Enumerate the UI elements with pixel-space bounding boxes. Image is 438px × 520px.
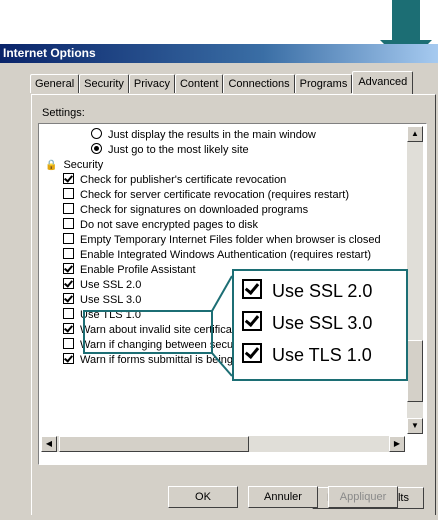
zoom-checkbox-tls1: [242, 343, 262, 363]
scroll-left-button[interactable]: ◀: [41, 436, 57, 452]
vertical-scrollbar[interactable]: ▲ ▼: [407, 126, 423, 434]
checkbox[interactable]: [63, 173, 74, 184]
zoom-row: Use SSL 3.0: [242, 309, 372, 337]
checkbox[interactable]: [63, 278, 74, 289]
mouse-cursor-icon: [228, 406, 240, 420]
tab-privacy[interactable]: Privacy: [128, 74, 175, 93]
list-item-label: Do not save encrypted pages to disk: [80, 219, 258, 231]
list-item-label: Use SSL 2.0: [80, 279, 142, 291]
checkbox[interactable]: [63, 338, 74, 349]
list-item[interactable]: Just display the results in the main win…: [91, 128, 316, 143]
tab-programs[interactable]: Programs: [294, 74, 353, 93]
list-item-label: Check for signatures on downloaded progr…: [80, 204, 309, 216]
ok-button[interactable]: OK: [168, 486, 238, 508]
list-item: 🔒 Security: [45, 158, 103, 173]
cancel-button[interactable]: Annuler: [248, 486, 318, 508]
checkbox[interactable]: [63, 263, 74, 274]
list-item[interactable]: Check for publisher's certificate revoca…: [63, 173, 286, 188]
title-bar: Internet Options: [0, 44, 438, 63]
radio-button[interactable]: [91, 128, 102, 139]
scroll-thumb[interactable]: [407, 340, 423, 402]
list-item[interactable]: Empty Temporary Internet Files folder wh…: [63, 233, 381, 248]
checkbox[interactable]: [63, 323, 74, 334]
zoom-callout: Use SSL 2.0 Use SSL 3.0 Use TLS 1.0: [232, 269, 408, 381]
list-item[interactable]: Check for signatures on downloaded progr…: [63, 203, 308, 218]
list-item-label: Use TLS 1.0: [80, 309, 141, 321]
list-item-label: Empty Temporary Internet Files folder wh…: [80, 234, 381, 246]
tab-content[interactable]: Content: [174, 74, 224, 93]
list-item-label: Enable Profile Assistant: [80, 264, 196, 276]
checkbox[interactable]: [63, 248, 74, 259]
zoom-checkbox-ssl2: [242, 279, 262, 299]
checkbox[interactable]: [63, 353, 74, 364]
list-item[interactable]: Warn about invalid site certificates: [63, 323, 247, 338]
zoom-label-tls1: Use TLS 1.0: [272, 345, 372, 365]
zoom-label-ssl3: Use SSL 3.0: [272, 313, 373, 333]
horizontal-scrollbar[interactable]: ◀ ▶: [41, 436, 405, 452]
list-item-label: Just display the results in the main win…: [108, 129, 316, 141]
tab-advanced[interactable]: Advanced: [352, 71, 414, 94]
checkbox[interactable]: [63, 203, 74, 214]
radio-button[interactable]: [91, 143, 102, 154]
checkbox[interactable]: [63, 188, 74, 199]
zoom-checkbox-ssl3: [242, 311, 262, 331]
checkbox[interactable]: [63, 308, 74, 319]
lock-icon: 🔒: [45, 160, 58, 171]
list-item-label: Check for publisher's certificate revoca…: [80, 174, 287, 186]
zoom-row: Use TLS 1.0: [242, 341, 372, 369]
tab-connections[interactable]: Connections: [223, 74, 295, 93]
list-item-label: Warn about invalid site certificates: [80, 324, 247, 336]
list-item-label: Check for server certificate revocation …: [80, 189, 349, 201]
list-item-label: Use SSL 3.0: [80, 294, 142, 306]
list-item[interactable]: Enable Integrated Windows Authentication…: [63, 248, 371, 263]
scroll-right-button[interactable]: ▶: [389, 436, 405, 452]
zoom-label-ssl2: Use SSL 2.0: [272, 281, 373, 301]
list-item-label: Just go to the most likely site: [108, 144, 249, 156]
checkbox[interactable]: [63, 233, 74, 244]
pointer-arrow-icon: [392, 0, 420, 40]
list-item-label: Security: [63, 159, 104, 171]
window-title: Internet Options: [3, 46, 96, 60]
list-item[interactable]: Use SSL 3.0: [63, 293, 141, 308]
checkbox[interactable]: [63, 218, 74, 229]
scroll-down-button[interactable]: ▼: [407, 418, 423, 434]
settings-label: Settings:: [42, 107, 85, 119]
checkbox[interactable]: [63, 293, 74, 304]
horizontal-scroll-thumb[interactable]: [59, 436, 249, 452]
zoom-row: Use SSL 2.0: [242, 277, 372, 305]
apply-button[interactable]: Appliquer: [328, 486, 398, 508]
list-item[interactable]: Enable Profile Assistant: [63, 263, 196, 278]
tab-security[interactable]: Security: [79, 74, 129, 93]
list-item[interactable]: Just go to the most likely site: [91, 143, 249, 158]
scroll-up-button[interactable]: ▲: [407, 126, 423, 142]
list-item[interactable]: Use SSL 2.0: [63, 278, 141, 293]
list-item-label: Enable Integrated Windows Authentication…: [80, 249, 372, 261]
list-item[interactable]: Do not save encrypted pages to disk: [63, 218, 258, 233]
tab-general[interactable]: General: [30, 74, 80, 93]
list-item[interactable]: Check for server certificate revocation …: [63, 188, 349, 203]
list-item[interactable]: Use TLS 1.0: [63, 308, 141, 323]
tab-strip: General Security Privacy Content Connect…: [30, 71, 414, 94]
